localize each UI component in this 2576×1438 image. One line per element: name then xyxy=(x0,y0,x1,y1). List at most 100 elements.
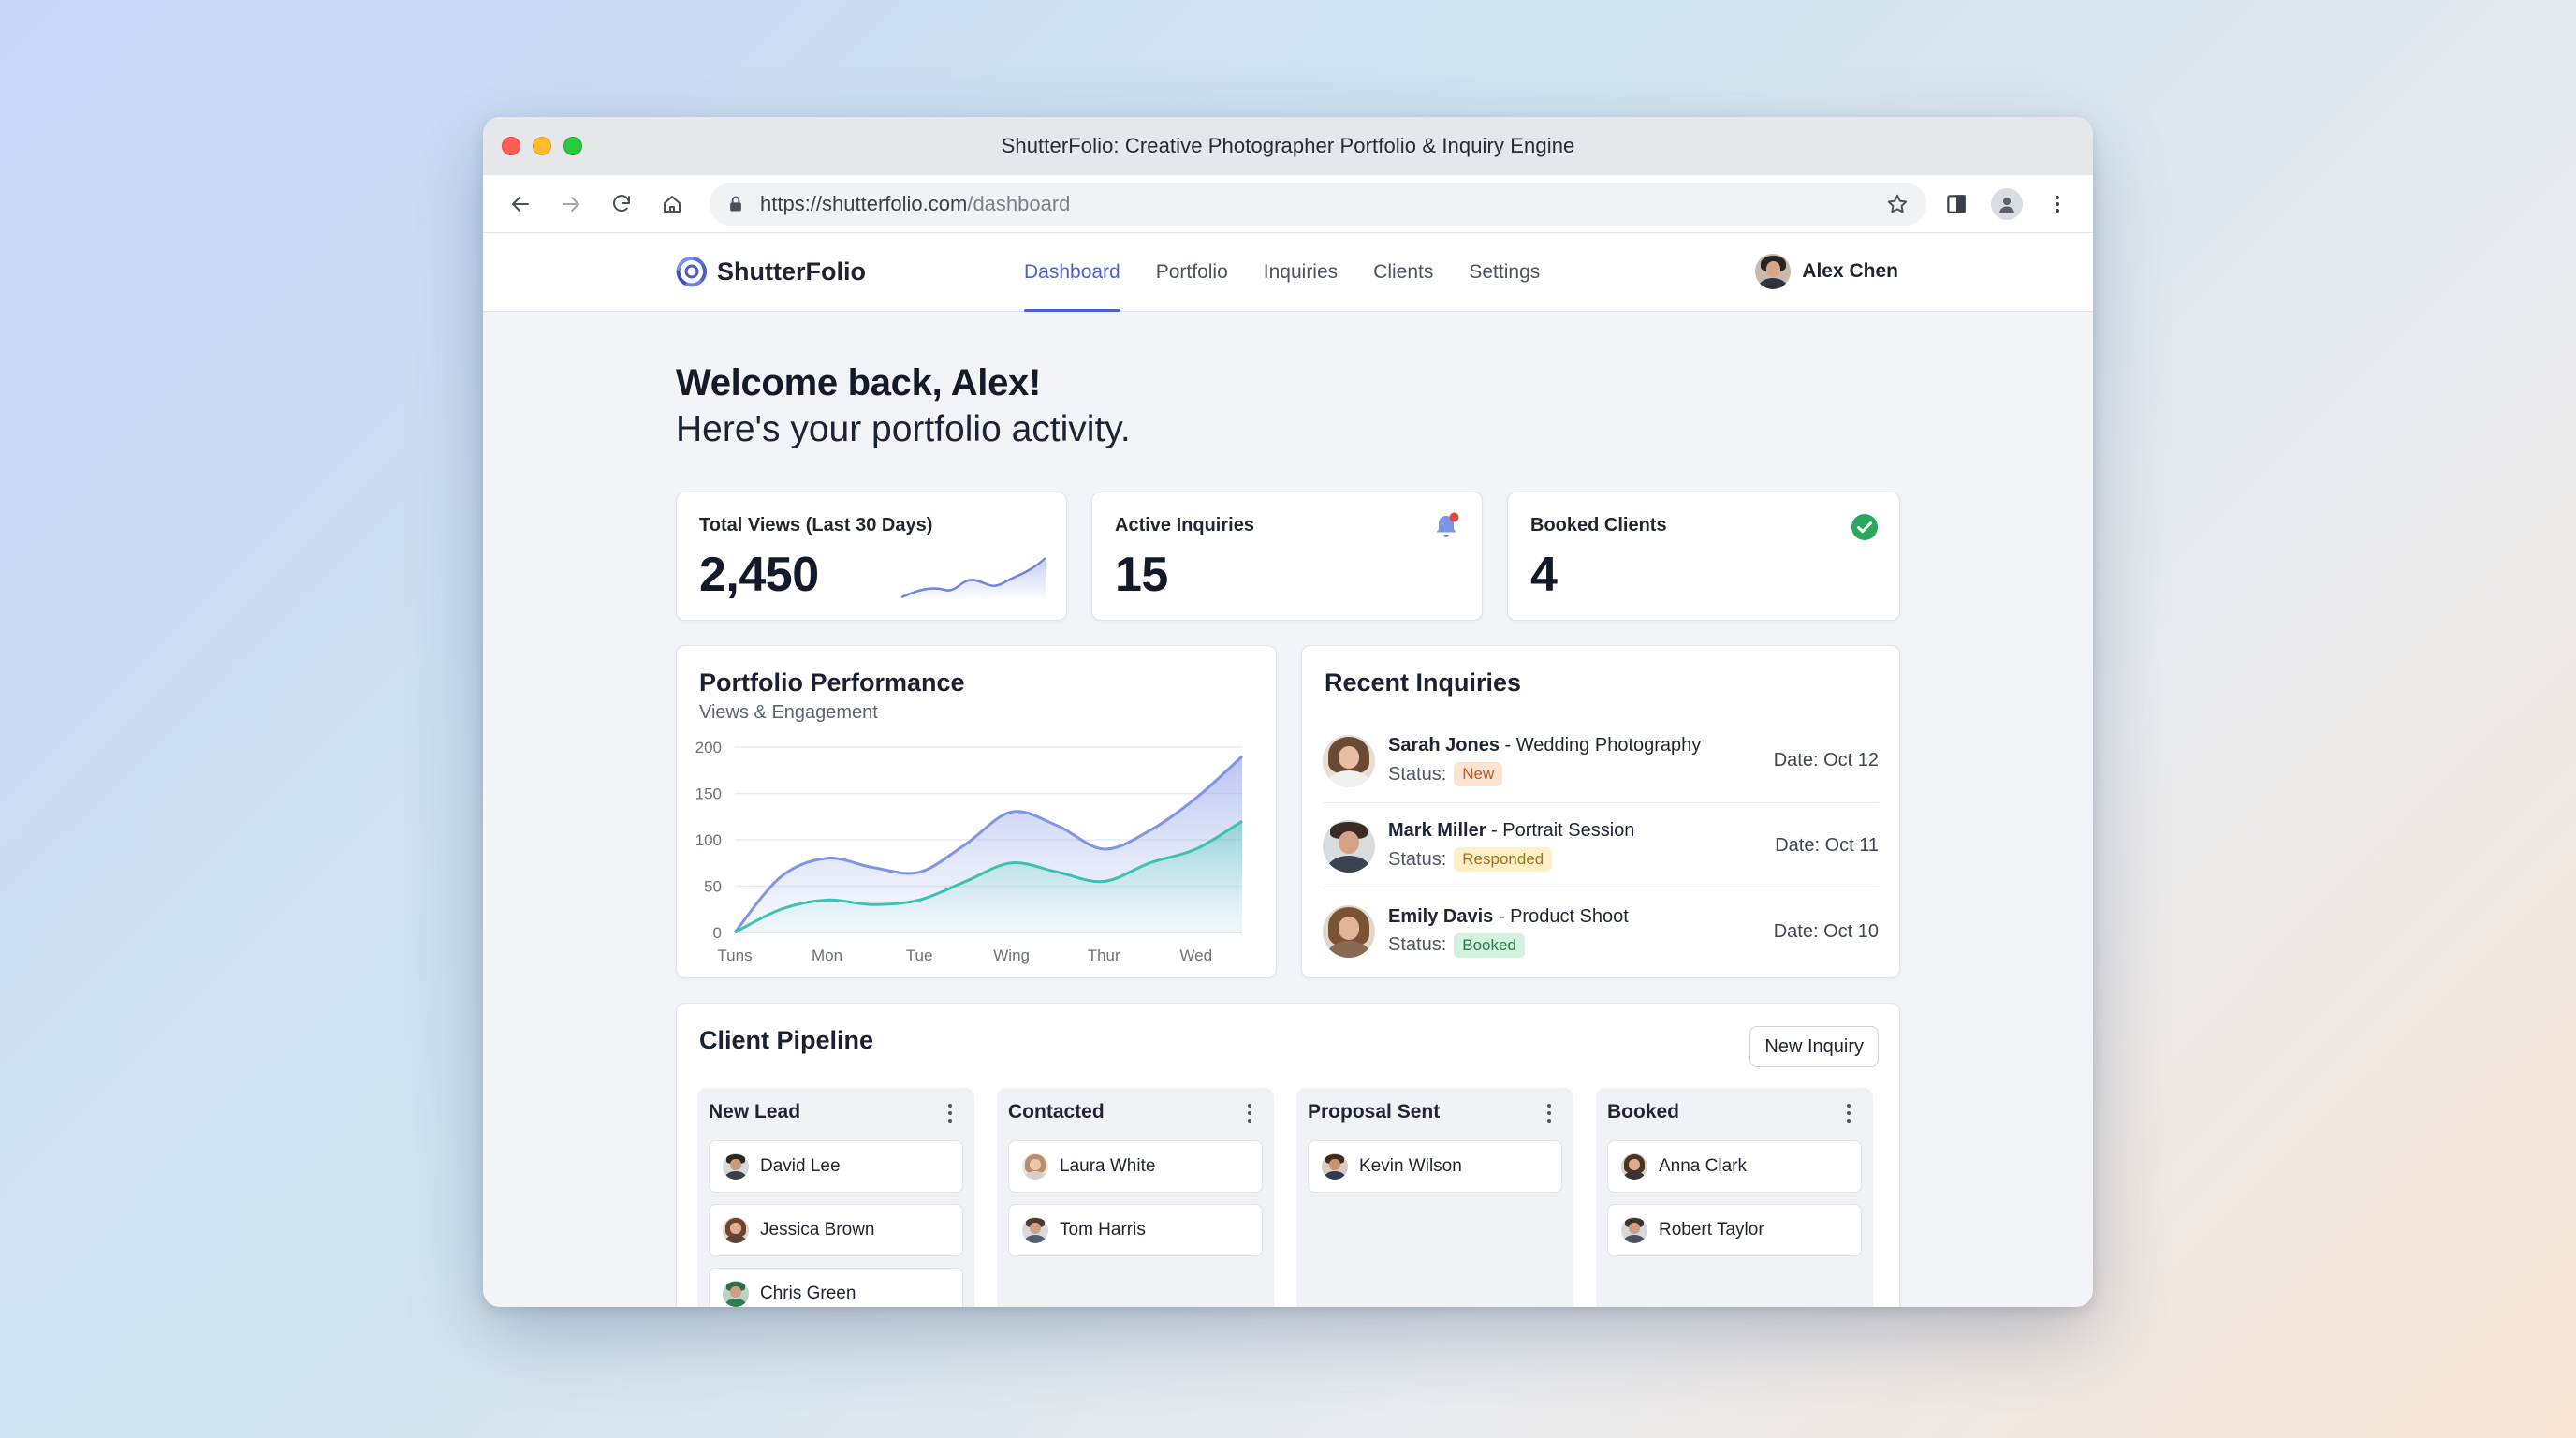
forward-button[interactable] xyxy=(552,185,590,223)
client-card[interactable]: Laura White xyxy=(1008,1140,1263,1193)
performance-title: Portfolio Performance xyxy=(699,668,965,697)
client-card[interactable]: Chris Green xyxy=(709,1268,963,1307)
reload-button[interactable] xyxy=(603,185,640,223)
client-name: Tom Harris xyxy=(1060,1220,1146,1240)
inquiry-status-line: Status: Booked xyxy=(1388,932,1629,958)
kpi-card-booked[interactable]: Booked Clients 4 xyxy=(1507,492,1900,621)
y-tick-label: 100 xyxy=(695,831,722,849)
pipeline-title: Client Pipeline xyxy=(699,1026,874,1054)
home-button[interactable] xyxy=(653,185,691,223)
client-card[interactable]: Robert Taylor xyxy=(1607,1204,1862,1256)
nav-portfolio[interactable]: Portfolio xyxy=(1156,233,1228,312)
inquiry-status-line: Status: New xyxy=(1388,762,1701,786)
new-inquiry-button[interactable]: New Inquiry xyxy=(1749,1026,1879,1067)
performance-card: Portfolio Performance Views & Engagement… xyxy=(676,645,1277,978)
inquiry-avatar xyxy=(1323,734,1375,787)
brand-logo[interactable]: ShutterFolio xyxy=(676,256,866,287)
column-menu-icon[interactable] xyxy=(1839,1101,1858,1125)
inquiry-info: Sarah Jones - Wedding Photography Status… xyxy=(1388,735,1701,786)
kpi-card-views[interactable]: Total Views (Last 30 Days) 2,450 xyxy=(676,492,1067,621)
pipeline-column-contacted: Contacted Laura White Tom Harris xyxy=(997,1088,1274,1307)
inquiry-title: Emily Davis - Product Shoot xyxy=(1388,906,1629,928)
forward-arrow-icon xyxy=(563,196,579,212)
column-menu-icon[interactable] xyxy=(1540,1101,1559,1125)
bell-icon[interactable] xyxy=(1431,511,1461,541)
nav-inquiries[interactable]: Inquiries xyxy=(1264,233,1338,312)
address-bar[interactable]: https://shutterfolio.com/dashboard xyxy=(710,182,1926,226)
client-name: Jessica Brown xyxy=(760,1220,875,1240)
inquiry-avatar xyxy=(1323,819,1375,873)
status-label: Status: xyxy=(1388,763,1447,785)
url-text: https://shutterfolio.com/dashboard xyxy=(760,192,1070,216)
recent-inquiries-card: Recent Inquiries Sarah Jones - Wedding P… xyxy=(1301,645,1900,978)
client-card[interactable]: David Lee xyxy=(709,1140,963,1193)
client-name: Robert Taylor xyxy=(1659,1220,1764,1240)
app-navbar: ShutterFolio Dashboard Portfolio Inquiries… xyxy=(483,233,2093,312)
browser-window: ShutterFolio: Creative Photographer Port… xyxy=(483,117,2093,1307)
client-name: Chris Green xyxy=(760,1284,856,1303)
user-name: Alex Chen xyxy=(1802,260,1898,282)
client-card[interactable]: Kevin Wilson xyxy=(1308,1140,1562,1193)
nav-settings[interactable]: Settings xyxy=(1469,233,1540,312)
x-tick-label: Wed xyxy=(1179,946,1212,964)
kpi-booked-value: 4 xyxy=(1530,548,1558,602)
title-bar: ShutterFolio: Creative Photographer Port… xyxy=(483,117,2093,175)
column-title: Proposal Sent xyxy=(1308,1101,1441,1123)
inquiries-title: Recent Inquiries xyxy=(1325,668,1522,697)
column-menu-icon[interactable] xyxy=(941,1101,959,1125)
maximize-window-button[interactable] xyxy=(564,137,582,155)
browser-menu-button[interactable] xyxy=(2041,187,2074,221)
inquiry-info: Mark Miller - Portrait Session Status: Re… xyxy=(1388,820,1634,872)
pipeline-column-new-lead: New Lead David Lee Jessica Brown Chris G… xyxy=(697,1088,974,1307)
reload-icon xyxy=(613,194,630,212)
minimize-window-button[interactable] xyxy=(533,137,551,155)
client-pipeline-card: Client Pipeline New Inquiry New Lead Dav… xyxy=(676,1003,1900,1307)
client-avatar xyxy=(1621,1217,1647,1243)
inquiry-service: - Product Shoot xyxy=(1493,905,1629,927)
status-badge: New xyxy=(1454,762,1503,786)
y-tick-label: 50 xyxy=(704,878,722,896)
client-card[interactable]: Tom Harris xyxy=(1008,1204,1263,1256)
column-title: New Lead xyxy=(709,1101,801,1123)
close-window-button[interactable] xyxy=(502,137,520,155)
inquiry-row[interactable]: Sarah Jones - Wedding Photography Status… xyxy=(1323,719,1879,803)
inquiry-client-name: Emily Davis xyxy=(1388,905,1494,927)
inquiry-service: - Wedding Photography xyxy=(1499,735,1702,756)
user-menu[interactable]: Alex Chen xyxy=(1755,254,1898,289)
status-badge: Booked xyxy=(1454,932,1525,958)
status-label: Status: xyxy=(1388,848,1447,870)
check-circle-icon xyxy=(1852,514,1878,540)
views-sparkline xyxy=(900,557,1046,601)
back-button[interactable] xyxy=(502,185,539,223)
profile-button[interactable] xyxy=(1990,187,2024,221)
x-tick-label: Wing xyxy=(993,946,1030,964)
column-menu-icon[interactable] xyxy=(1240,1101,1259,1125)
welcome-subheading: Here's your portfolio activity. xyxy=(676,409,1131,449)
inquiry-service: - Portrait Session xyxy=(1486,820,1635,841)
client-card[interactable]: Anna Clark xyxy=(1607,1140,1862,1193)
aperture-logo-icon xyxy=(676,257,708,287)
browser-toolbar: https://shutterfolio.com/dashboard xyxy=(483,175,2093,233)
performance-subtitle: Views & Engagement xyxy=(699,702,878,723)
client-card[interactable]: Jessica Brown xyxy=(709,1204,963,1256)
inquiry-client-name: Sarah Jones xyxy=(1388,735,1500,756)
inquiry-title: Sarah Jones - Wedding Photography xyxy=(1388,735,1701,756)
url-path: /dashboard xyxy=(967,191,1071,215)
main-nav: Dashboard Portfolio Inquiries Clients Settin… xyxy=(1024,233,1540,312)
toolbar-actions xyxy=(1939,187,2074,221)
nav-clients[interactable]: Clients xyxy=(1373,233,1433,312)
kpi-card-inquiries[interactable]: Active Inquiries 15 xyxy=(1091,492,1483,621)
nav-dashboard[interactable]: Dashboard xyxy=(1024,233,1120,312)
inquiry-row[interactable]: Emily Davis - Product Shoot Status: Booke… xyxy=(1323,889,1879,974)
kpi-inquiries-label: Active Inquiries xyxy=(1115,515,1254,536)
sidebar-toggle-button[interactable] xyxy=(1939,187,1973,221)
x-tick-label: Tue xyxy=(906,946,933,964)
star-icon[interactable] xyxy=(1885,192,1910,216)
client-name: Anna Clark xyxy=(1659,1156,1747,1176)
inquiry-row[interactable]: Mark Miller - Portrait Session Status: Re… xyxy=(1323,804,1879,888)
pipeline-column-booked: Booked Anna Clark Robert Taylor xyxy=(1596,1088,1873,1307)
inquiry-title: Mark Miller - Portrait Session xyxy=(1388,820,1634,842)
kpi-booked-label: Booked Clients xyxy=(1530,515,1667,536)
performance-chart: 0 50 100 150 200 Tuns Mon Tue Wing Thur Wed xyxy=(695,739,1244,964)
status-badge: Responded xyxy=(1454,847,1553,872)
